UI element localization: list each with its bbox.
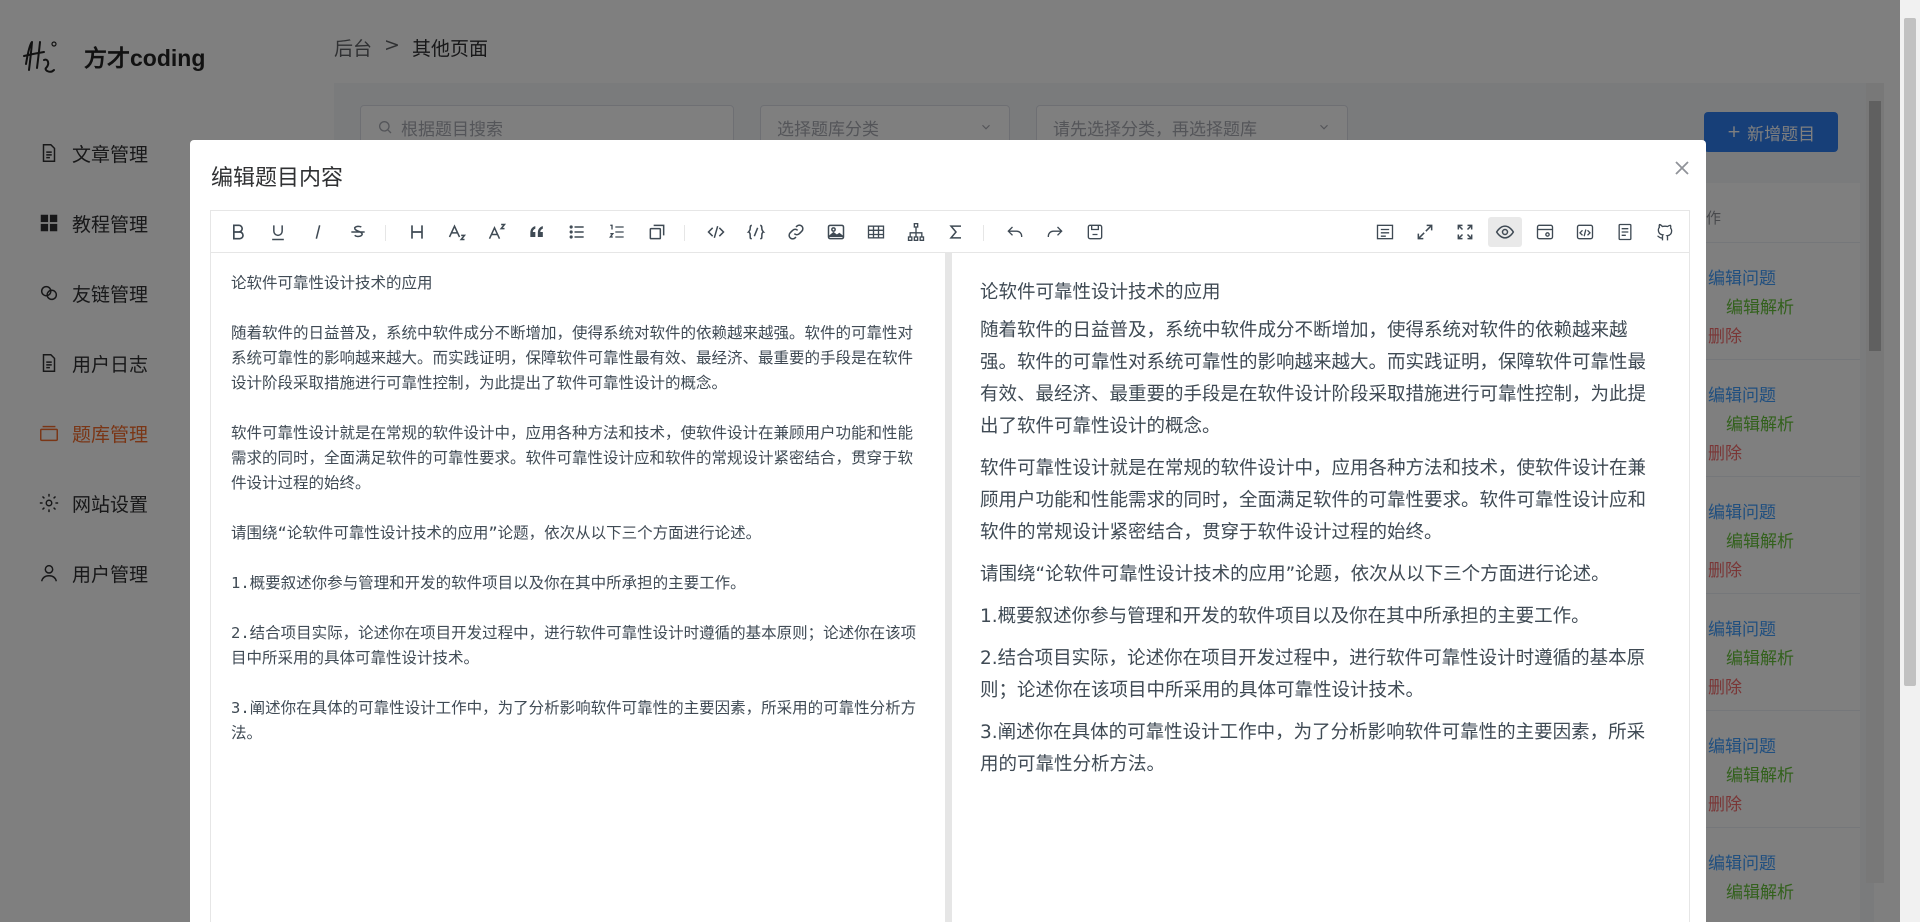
outline-icon — [1376, 224, 1394, 240]
redo-button[interactable] — [1042, 219, 1068, 245]
ordered-list-button[interactable] — [604, 219, 630, 245]
undo-button[interactable] — [1002, 219, 1028, 245]
mermaid-button[interactable] — [903, 219, 929, 245]
pane-resize-handle[interactable] — [945, 253, 952, 922]
unordered-list-icon — [569, 225, 584, 239]
code-block-button[interactable] — [743, 219, 769, 245]
undo-icon — [1007, 226, 1023, 237]
link-icon — [788, 224, 804, 240]
markdown-preview: 论软件可靠性设计技术的应用 随着软件的日益普及，系统中软件成分不断增加，使得系统… — [952, 253, 1690, 922]
ordered-list-icon — [609, 224, 624, 238]
formula-icon — [949, 225, 961, 239]
markdown-editor: 论软件可靠性设计技术的应用 随着软件的日益普及，系统中软件成分不断增加，使得系统… — [210, 210, 1690, 922]
github-button[interactable] — [1652, 219, 1678, 245]
page-fullscreen-button[interactable] — [1452, 219, 1478, 245]
table-icon — [867, 225, 885, 239]
preview-paragraph: 2.结合项目实际，论述你在项目开发过程中，进行软件可靠性设计时遵循的基本原则；论… — [980, 648, 1646, 701]
page-fullscreen-icon — [1457, 224, 1473, 240]
superscript-icon — [488, 223, 507, 239]
preview-paragraph: 1.概要叙述你参与管理和开发的软件项目以及你在其中所承担的主要工作。 — [980, 606, 1590, 627]
editor-toolbar — [211, 211, 1689, 253]
code-block-icon — [746, 224, 766, 240]
page-scrollbar-thumb[interactable] — [1904, 18, 1916, 686]
underline-icon — [272, 225, 284, 241]
preview-paragraph: 随着软件的日益普及，系统中软件成分不断增加，使得系统对软件的依赖越来越强。软件的… — [980, 320, 1647, 437]
outline-button[interactable] — [1372, 219, 1398, 245]
inline-code-button[interactable] — [703, 219, 729, 245]
preview-paragraph: 3.阐述你在具体的可靠性设计工作中，为了分析影响软件可靠性的主要因素，所采用的可… — [980, 722, 1646, 775]
redo-icon — [1047, 226, 1063, 237]
task-list-button[interactable] — [644, 219, 670, 245]
github-icon — [1657, 223, 1673, 241]
catalog-button[interactable] — [1612, 219, 1638, 245]
preview-paragraph: 软件可靠性设计就是在常规的软件设计中，应用各种方法和技术，使软件设计在兼顾用户功… — [980, 458, 1647, 543]
superscript-button[interactable] — [484, 219, 510, 245]
preview-only-button[interactable] — [1532, 219, 1558, 245]
toolbar-divider — [385, 225, 386, 241]
heading-icon — [411, 225, 423, 239]
task-list-icon — [649, 224, 665, 240]
inline-code-icon — [707, 225, 725, 239]
table-button[interactable] — [863, 219, 889, 245]
save-icon — [1087, 224, 1103, 240]
quote-button[interactable] — [524, 219, 550, 245]
preview-paragraph: 请围绕“论软件可靠性设计技术的应用”论题，依次从以下三个方面进行论述。 — [980, 564, 1610, 585]
unordered-list-button[interactable] — [564, 219, 590, 245]
link-button[interactable] — [783, 219, 809, 245]
page-scrollbar[interactable] — [1900, 0, 1920, 922]
heading-button[interactable] — [404, 219, 430, 245]
italic-button[interactable] — [305, 219, 331, 245]
save-button[interactable] — [1082, 219, 1108, 245]
subscript-icon — [448, 224, 467, 241]
html-preview-icon — [1576, 224, 1594, 240]
italic-icon — [315, 225, 321, 239]
html-preview-button[interactable] — [1572, 219, 1598, 245]
mermaid-icon — [907, 223, 925, 241]
fullscreen-icon — [1417, 224, 1433, 240]
quote-icon — [530, 226, 543, 237]
underline-button[interactable] — [265, 219, 291, 245]
markdown-source-textarea[interactable]: 论软件可靠性设计技术的应用 随着软件的日益普及，系统中软件成分不断增加，使得系统… — [211, 253, 945, 922]
dialog-title: 编辑题目内容 — [211, 166, 344, 191]
toolbar-divider — [983, 225, 984, 241]
preview-paragraph: 论软件可靠性设计技术的应用 — [980, 282, 1221, 303]
edit-question-dialog: 编辑题目内容 论软件可靠性设计技术的应用 随着软件的日益普及，系统中软件成分不断… — [190, 140, 1706, 922]
preview-only-icon — [1536, 224, 1554, 240]
fullscreen-button[interactable] — [1412, 219, 1438, 245]
catalog-icon — [1618, 223, 1632, 241]
image-button[interactable] — [823, 219, 849, 245]
preview-icon — [1495, 225, 1515, 239]
formula-button[interactable] — [943, 219, 969, 245]
preview-button[interactable] — [1488, 217, 1522, 247]
toolbar-divider — [684, 225, 685, 241]
image-icon — [827, 224, 845, 240]
bold-icon — [233, 224, 244, 240]
strikethrough-button[interactable] — [345, 219, 371, 245]
bold-button[interactable] — [225, 219, 251, 245]
strikethrough-icon — [351, 225, 365, 238]
close-icon[interactable] — [1670, 156, 1694, 180]
subscript-button[interactable] — [444, 219, 470, 245]
